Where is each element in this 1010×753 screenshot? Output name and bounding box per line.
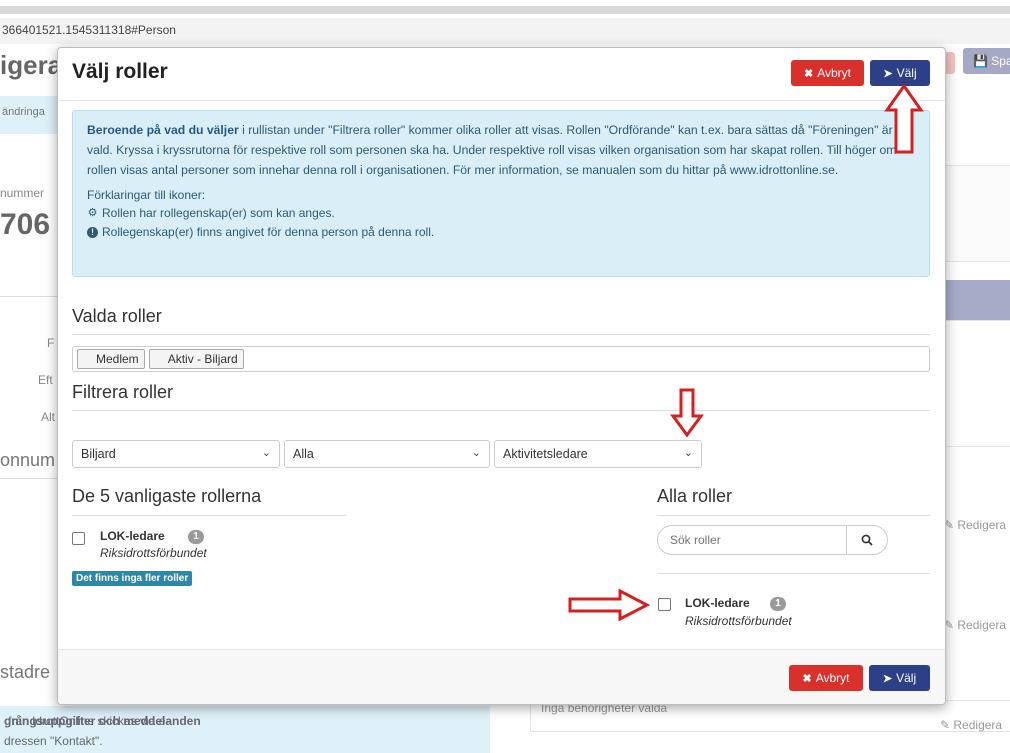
legend-exclamation-row: ! Rollegenskap(er) finns angivet för den… xyxy=(87,223,915,242)
selected-roles-title: Valda roller xyxy=(72,306,162,326)
annotation-arrow-down-icon xyxy=(670,388,704,438)
modal-title: Välj roller xyxy=(72,60,168,83)
gear-icon: ⚙ xyxy=(87,207,98,219)
role-count-badge: 1 xyxy=(188,530,204,544)
bg-info-text: ändringa xyxy=(2,106,45,118)
filter-organisation-select[interactable]: Alla ⌄ xyxy=(284,440,490,468)
filter-roles-title: Filtrera roller xyxy=(72,382,174,402)
filter-sport-select[interactable]: Biljard ⌄ xyxy=(72,440,280,468)
icon-legend-title: Förklaringar till ikoner: xyxy=(87,188,206,202)
role-search xyxy=(657,525,888,555)
search-button[interactable] xyxy=(846,525,888,555)
bg-label-nummer: nummer xyxy=(0,186,45,200)
role-count-badge: 1 xyxy=(770,597,786,611)
bg-person-number: 706 xyxy=(0,208,51,241)
save-icon: 💾 xyxy=(973,54,988,68)
circle-arrow-right-icon: ➤ xyxy=(883,67,893,80)
select-button-bottom[interactable]: ➤ Välj xyxy=(869,665,930,691)
bg-section-nummer: onnum xyxy=(0,450,56,470)
address-url: 366401521.1545311318#Person xyxy=(2,23,176,37)
bg-label-eft: Eft xyxy=(38,373,53,387)
bg-divider xyxy=(0,296,57,297)
chevron-down-icon: ⌄ xyxy=(261,447,271,459)
annotation-arrow-up-icon xyxy=(884,84,924,154)
all-roles-title: Alla roller xyxy=(657,486,733,506)
bg-label-f: F xyxy=(47,336,55,350)
cancel-button-top[interactable]: ✖ Avbryt xyxy=(791,60,864,86)
bg-save-label: Spa xyxy=(991,54,1010,68)
bg-info-box: ändringa xyxy=(0,96,60,134)
bg-edit-link-3[interactable]: ✎ Redigera xyxy=(940,718,1002,732)
x-icon: ✖ xyxy=(803,67,814,80)
role-organisation: Riksidrottsförbundet xyxy=(685,614,792,628)
cancel-button-bottom[interactable]: ✖ Avbryt xyxy=(789,665,863,691)
address-bar[interactable]: 366401521.1545311318#Person xyxy=(0,18,1010,44)
role-organisation: Riksidrottsförbundet xyxy=(100,546,207,560)
search-roles-input[interactable] xyxy=(657,525,847,555)
selected-roles-box[interactable]: Medlem Aktiv - Biljard xyxy=(72,346,930,372)
browser-tab-strip xyxy=(0,6,1010,14)
divider xyxy=(657,573,930,574)
circle-arrow-right-icon: ➤ xyxy=(882,672,893,685)
annotation-arrow-right-icon xyxy=(568,588,650,622)
exclamation-circle-icon: ! xyxy=(87,227,98,238)
no-more-roles-badge: Det finns inga fler roller xyxy=(72,571,193,586)
info-box: Beroende på vad du väljer i rullistan un… xyxy=(72,110,930,277)
selected-tag-medlem[interactable]: Medlem xyxy=(77,349,145,369)
legend-gear-row: ⚙ Rollen har rollegenskap(er) som kan an… xyxy=(87,206,335,220)
role-name: LOK-ledare xyxy=(100,529,165,543)
search-icon xyxy=(861,534,873,546)
selected-tag-aktiv-biljard[interactable]: Aktiv - Biljard xyxy=(148,349,244,369)
chevron-down-icon: ⌄ xyxy=(683,447,693,459)
info-text: Beroende på vad du väljer i rullistan un… xyxy=(87,123,897,177)
bg-label-alt: Alt xyxy=(41,410,56,424)
divider xyxy=(657,515,930,516)
common-roles-title: De 5 vanligaste rollerna xyxy=(72,486,262,506)
bg-section-adress: stadre xyxy=(0,662,51,682)
bg-edit-link-2[interactable]: ✎ Redigera xyxy=(944,618,1006,632)
x-icon: ✖ xyxy=(802,672,812,685)
role-checkbox-common-lok[interactable] xyxy=(72,532,85,545)
divider xyxy=(72,334,930,335)
divider xyxy=(72,410,930,411)
bg-bottom-info: gningsuppgifter och meddelanden från Idr… xyxy=(0,706,490,753)
bg-edit-link-1[interactable]: ✎ Redigera xyxy=(944,518,1006,532)
filter-role-type-select[interactable]: Aktivitetsledare ⌄ xyxy=(494,440,702,468)
divider xyxy=(72,515,346,516)
select-button-top[interactable]: ➤ Välj xyxy=(870,60,930,86)
role-name: LOK-ledare xyxy=(685,596,750,610)
chevron-down-icon: ⌄ xyxy=(471,447,481,459)
bg-divider xyxy=(0,478,57,479)
page-heading: igera xyxy=(0,50,63,80)
role-checkbox-all-lok[interactable] xyxy=(658,598,671,611)
modal-header-divider xyxy=(58,100,945,101)
bg-save-button[interactable]: 💾 Spa xyxy=(963,48,1010,74)
choose-roles-modal: Välj roller ✖ Avbryt ➤ Välj Beroende på … xyxy=(57,47,946,705)
